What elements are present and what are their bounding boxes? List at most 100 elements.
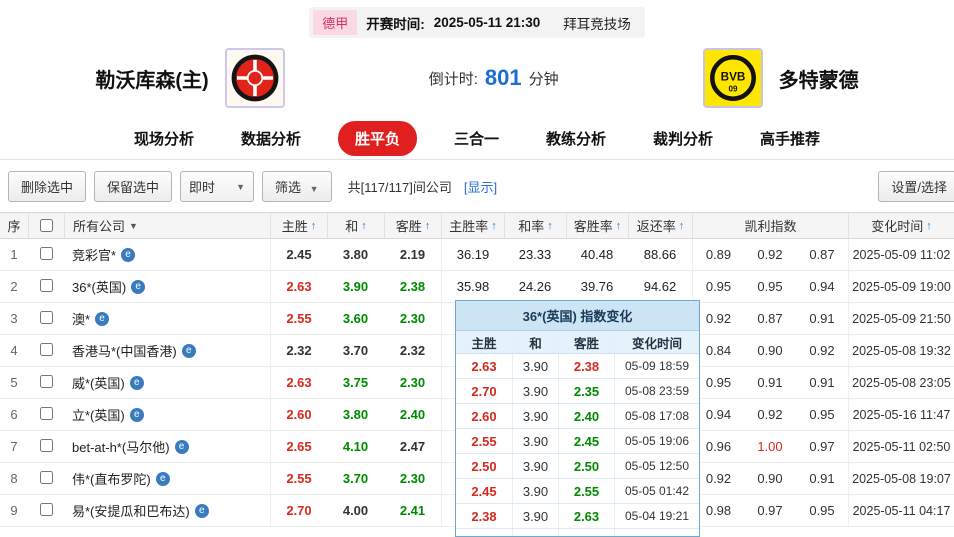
kelly-cell: 0.94 <box>809 279 835 294</box>
row-checkbox[interactable] <box>39 310 53 324</box>
company-name[interactable]: 澳* e <box>64 309 270 328</box>
odds-cell[interactable]: 2.55 <box>270 463 327 494</box>
index-change-popup: 36*(英国) 指数变化 主胜 和 客胜 变化时间 2.63 3.90 2.38 05… <box>455 300 700 537</box>
header-home-win[interactable]: 主胜 ↑ <box>270 213 327 238</box>
company-name[interactable]: bet-at-h*(马尔他) e <box>64 437 270 456</box>
header-draw-rate[interactable]: 和率 ↑ <box>504 213 566 238</box>
row-checkbox-cell <box>28 374 64 391</box>
tab-data-analysis[interactable]: 数据分析 <box>231 121 311 156</box>
kelly-cell: 0.91 <box>809 375 835 390</box>
company-e-icon: e <box>131 279 146 294</box>
popup-row: 2.60 3.90 2.40 05-08 17:08 <box>456 404 699 429</box>
tab-coach-analysis[interactable]: 教练分析 <box>536 121 616 156</box>
odds-cell[interactable]: 3.60 <box>327 311 384 326</box>
odds-cell[interactable]: 3.80 <box>327 247 384 262</box>
popup-home-odds: 2.60 <box>471 408 497 424</box>
odds-cell[interactable]: 2.40 <box>384 407 441 422</box>
odds-cell[interactable]: 2.32 <box>270 335 327 366</box>
header-change-time[interactable]: 变化时间 ↑ <box>848 213 954 238</box>
row-checkbox[interactable] <box>39 470 53 484</box>
odds-cell[interactable]: 3.70 <box>327 471 384 486</box>
odds-cell[interactable]: 2.30 <box>384 471 441 486</box>
rate-cell: 36.19 <box>441 239 504 270</box>
row-checkbox[interactable] <box>39 502 53 516</box>
odds-cell[interactable]: 2.38 <box>384 279 441 294</box>
delete-selected-button[interactable]: 删除选中 <box>8 171 87 202</box>
time-mode-select[interactable]: 即时 ▼ <box>180 171 255 202</box>
header-away-rate[interactable]: 客胜率 ↑ <box>566 213 628 238</box>
row-checkbox[interactable] <box>39 342 53 356</box>
analysis-tabs: 现场分析 数据分析 胜平负 三合一 教练分析 裁判分析 高手推荐 <box>0 118 954 160</box>
change-time-cell: 2025-05-16 11:47 <box>848 399 954 430</box>
popup-row: 2.50 3.90 2.50 05-05 12:50 <box>456 454 699 479</box>
keep-selected-button[interactable]: 保留选中 <box>94 171 173 202</box>
odds-cell[interactable]: 2.70 <box>270 495 327 526</box>
kelly-cell: 0.92 <box>757 247 783 262</box>
show-companies-link[interactable]: [显示] <box>464 177 497 196</box>
row-checkbox[interactable] <box>39 246 53 260</box>
league-badge[interactable]: 德甲 <box>313 10 358 35</box>
dortmund-crest-icon: BVB 09 <box>705 51 760 105</box>
company-name[interactable]: 36*(英国) e <box>64 277 270 296</box>
header-draw[interactable]: 和 ↑ <box>327 213 384 238</box>
tab-win-draw-lose[interactable]: 胜平负 <box>337 121 417 156</box>
sort-up-icon: ↑ <box>310 219 317 232</box>
odds-cell[interactable]: 2.19 <box>384 247 441 262</box>
rate-cell: 23.33 <box>518 247 552 262</box>
row-checkbox[interactable] <box>39 278 53 292</box>
odds-cell[interactable]: 2.60 <box>270 399 327 430</box>
sort-up-icon: ↑ <box>361 219 367 232</box>
table-row: 2 36*(英国) e 2.63 3.90 2.38 35.98 24.26 39.76 94.6… <box>0 271 954 303</box>
select-all-checkbox[interactable] <box>40 219 53 232</box>
company-name[interactable]: 伟*(直布罗陀) e <box>64 469 270 488</box>
odds-cell[interactable]: 2.32 <box>384 343 441 358</box>
row-seq: 4 <box>10 343 18 358</box>
tab-expert-recommend[interactable]: 高手推荐 <box>750 121 830 156</box>
odds-cell[interactable]: 2.41 <box>384 503 441 518</box>
popup-header-away: 客胜 <box>558 331 614 353</box>
header-home-rate[interactable]: 主胜率 ↑ <box>441 213 504 238</box>
header-return-rate[interactable]: 返还率 ↑ <box>628 213 692 238</box>
odds-cell[interactable]: 4.00 <box>327 503 384 518</box>
odds-cell[interactable]: 2.55 <box>270 303 327 334</box>
company-name[interactable]: 香港马*(中国香港) e <box>64 341 270 360</box>
company-name[interactable]: 易*(安提瓜和巴布达) e <box>64 501 270 520</box>
tab-three-in-one[interactable]: 三合一 <box>444 121 509 156</box>
company-name[interactable]: 威*(英国) e <box>64 373 270 392</box>
row-checkbox[interactable] <box>39 438 53 452</box>
svg-text:BVB: BVB <box>720 71 745 84</box>
kelly-cell: 0.89 <box>692 239 744 270</box>
odds-cell[interactable]: 2.47 <box>384 439 441 454</box>
odds-cell[interactable]: 3.90 <box>327 279 384 294</box>
odds-cell[interactable]: 3.80 <box>327 407 384 422</box>
header-company[interactable]: 所有公司 ▼ <box>64 213 270 238</box>
kelly-cell: 0.92 <box>757 407 783 422</box>
tab-referee-analysis[interactable]: 裁判分析 <box>643 121 723 156</box>
kelly-cell: 0.95 <box>809 503 835 518</box>
odds-cell[interactable]: 2.65 <box>270 431 327 462</box>
row-checkbox[interactable] <box>39 406 53 420</box>
filter-button[interactable]: 筛选 ▼ <box>262 171 332 202</box>
odds-cell[interactable]: 2.30 <box>384 375 441 390</box>
rate-cell: 39.76 <box>580 279 614 294</box>
popup-row: 2.70 3.90 2.35 05-08 23:59 <box>456 379 699 404</box>
odds-cell[interactable]: 3.75 <box>327 375 384 390</box>
row-checkbox[interactable] <box>39 374 53 388</box>
odds-cell[interactable]: 2.63 <box>270 367 327 398</box>
company-name[interactable]: 竞彩官* e <box>64 245 270 264</box>
odds-cell[interactable]: 2.45 <box>270 239 327 270</box>
change-time-cell: 2025-05-11 04:17 <box>848 495 954 526</box>
header-away-win[interactable]: 客胜 ↑ <box>384 213 441 238</box>
sort-up-icon: ↑ <box>547 219 553 232</box>
popup-home-odds: 2.63 <box>471 358 497 374</box>
odds-cell[interactable]: 2.30 <box>384 311 441 326</box>
popup-change-time: 05-04 19:21 <box>614 504 699 528</box>
odds-cell[interactable]: 4.10 <box>327 439 384 454</box>
kelly-cell: 0.97 <box>809 439 835 454</box>
company-name[interactable]: 立*(英国) e <box>64 405 270 424</box>
tab-live-analysis[interactable]: 现场分析 <box>124 121 204 156</box>
odds-cell[interactable]: 2.63 <box>270 271 327 302</box>
odds-cell[interactable]: 3.70 <box>327 343 384 358</box>
popup-away-odds: 2.55 <box>558 479 614 503</box>
settings-select-button[interactable]: 设置/选择 <box>878 171 954 202</box>
